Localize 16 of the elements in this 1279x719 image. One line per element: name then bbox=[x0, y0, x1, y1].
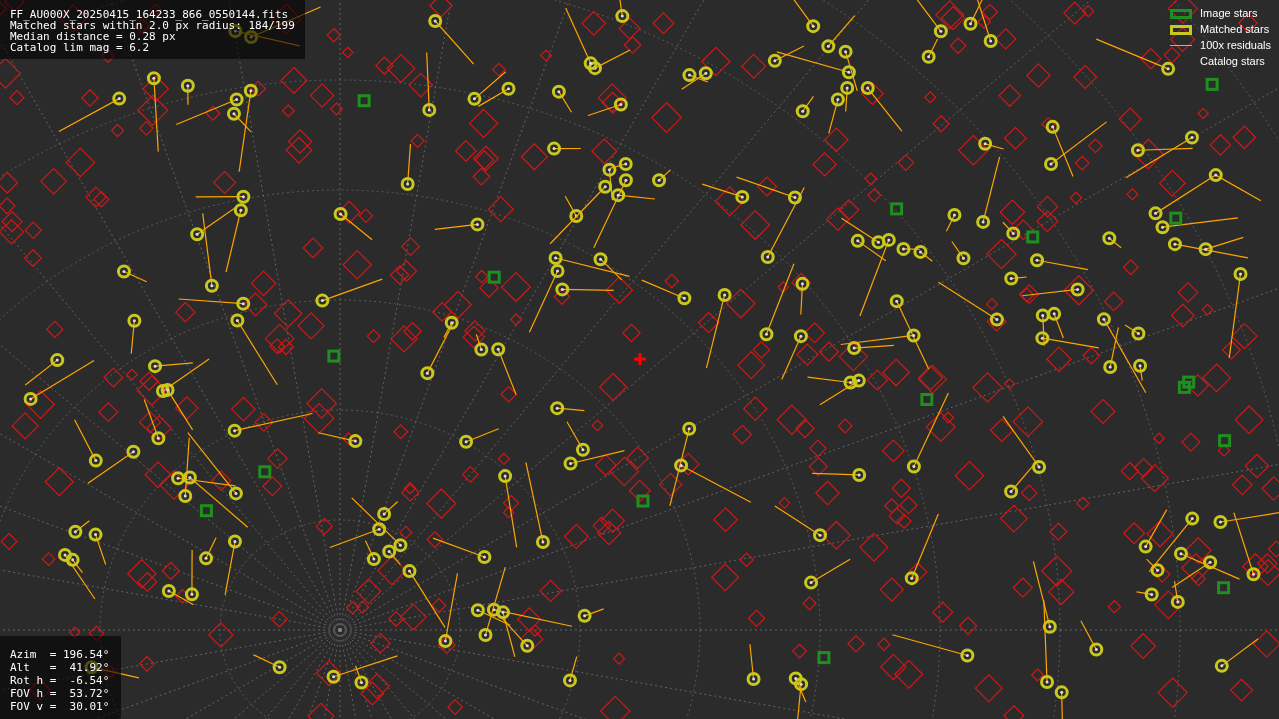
info-text: Matched stars within 2.0 px radius: 184/199 bbox=[10, 20, 295, 31]
pointing-text: FOV v = 30.01° bbox=[10, 700, 110, 713]
pointing-text: Azim = 196.54° bbox=[10, 648, 110, 661]
legend-line-icon bbox=[1170, 45, 1193, 46]
pointing-text: FOV h = 53.72° bbox=[10, 687, 110, 700]
info-text: Median distance = 0.28 px bbox=[10, 31, 176, 42]
info-text: FF_AU000X_20250415_164233_866_0550144.fits bbox=[10, 9, 290, 20]
legend-label: Matched stars bbox=[1200, 22, 1270, 38]
legend-label: Image stars bbox=[1200, 6, 1258, 22]
legend-rectangle-icon bbox=[1170, 8, 1193, 19]
pointing-text: Rot h = -6.54° bbox=[10, 674, 110, 687]
legend-label: 100x residuals bbox=[1200, 38, 1271, 54]
info-text: Catalog lim mag = 6.2 bbox=[10, 42, 151, 53]
pointing-text: Alt = 41.92° bbox=[10, 661, 110, 674]
legend-rectangle-icon bbox=[1170, 24, 1193, 35]
legend-label: Catalog stars bbox=[1200, 54, 1265, 70]
